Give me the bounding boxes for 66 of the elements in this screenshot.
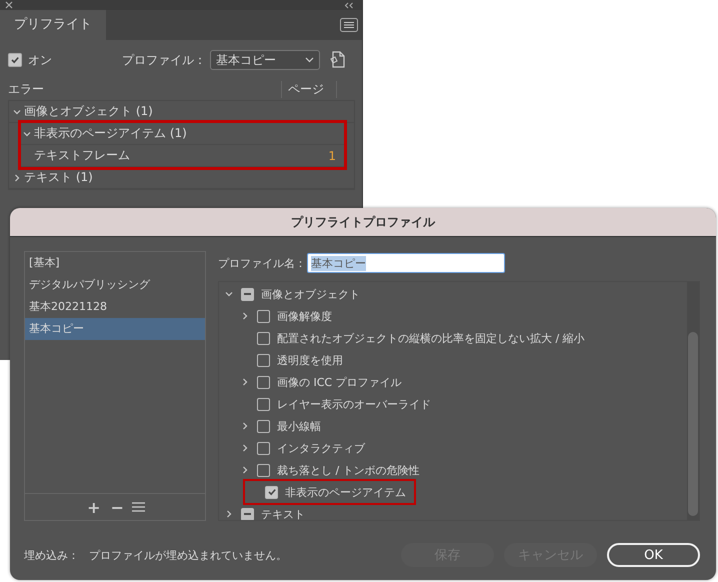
rule-label: 裁ち落とし / トンボの危険性 (277, 462, 420, 478)
chevron-right-icon[interactable] (241, 312, 249, 320)
chevron-right-icon[interactable] (13, 174, 21, 182)
check-icon (10, 55, 20, 65)
profile-item[interactable]: 基本コピー (25, 318, 205, 340)
chevron-down-icon[interactable] (225, 290, 233, 298)
chevron-right-icon[interactable] (241, 378, 249, 386)
column-header: エラー (8, 80, 45, 98)
dialog-title: プリフライトプロファイル (10, 208, 716, 237)
page-number[interactable]: 1 (328, 148, 336, 162)
embed-label: 埋め込み： (24, 548, 79, 562)
profile-item[interactable]: [基本] (25, 252, 205, 274)
rule-label: 非表示のページアイテム (285, 484, 406, 500)
chevron-right-icon[interactable] (225, 510, 233, 518)
checkbox-label: オン (28, 52, 52, 68)
checkbox[interactable] (257, 332, 270, 344)
add-button[interactable]: + (85, 498, 102, 516)
rule-label: 画像解像度 (277, 308, 332, 324)
rule-label: 透明度を使用 (277, 352, 343, 368)
profile-item[interactable]: 基本20221128 (25, 296, 205, 318)
scrollbar-thumb[interactable] (688, 332, 698, 516)
chevron-right-icon[interactable] (241, 466, 249, 474)
panel-tab[interactable]: プリフライト (0, 10, 106, 40)
profile-name-label: プロファイル名： (218, 256, 307, 270)
error-item[interactable]: テキストフレーム (34, 147, 328, 164)
error-item[interactable]: テキスト (1) (24, 169, 354, 186)
rule-label: テキスト (261, 506, 305, 520)
checkbox[interactable] (257, 398, 270, 410)
close-icon[interactable] (5, 1, 13, 9)
checkbox[interactable] (257, 420, 270, 432)
rule-label: 画像とオブジェクト (261, 286, 360, 302)
document-icon[interactable] (330, 51, 346, 69)
dialog-button[interactable]: OK (607, 543, 700, 567)
checkbox[interactable] (257, 354, 270, 366)
rule-label: 画像の ICC プロファイル (277, 374, 402, 390)
menu-icon[interactable] (132, 502, 145, 512)
checkbox[interactable] (257, 464, 270, 476)
profile-item[interactable]: デジタルパブリッシング (25, 274, 205, 296)
chevron-down-icon (305, 57, 314, 63)
partial-checkbox[interactable] (241, 508, 254, 520)
chevron-down-icon[interactable] (23, 130, 31, 138)
checkbox[interactable] (257, 442, 270, 454)
checkbox[interactable] (257, 310, 270, 322)
rule-label: レイヤー表示のオーバーライド (277, 396, 431, 412)
dropdown-value: 基本コピー (216, 52, 276, 68)
rule-label: 配置されたオブジェクトの縦横の比率を固定しない拡大 / 縮小 (277, 330, 585, 346)
menu-icon[interactable] (340, 18, 358, 32)
chevron-down-icon[interactable] (13, 108, 21, 116)
profile-label: プロファイル： (122, 52, 206, 68)
embed-status: プロファイルが埋め込まれていません。 (89, 548, 287, 562)
profile-dropdown[interactable]: 基本コピー (210, 50, 320, 70)
error-item[interactable]: 画像とオブジェクト (1) (24, 103, 354, 120)
rule-label: 最小線幅 (277, 418, 321, 434)
error-item[interactable]: 非表示のページアイテム (1) (34, 125, 344, 142)
chevron-right-icon[interactable] (241, 444, 249, 452)
column-header: ページ (281, 80, 337, 98)
check-icon (266, 487, 276, 497)
chevron-right-icon[interactable] (241, 422, 249, 430)
profile-name-field[interactable]: 基本コピー (307, 253, 505, 273)
rule-label: インタラクティブ (277, 440, 365, 456)
checkbox[interactable] (265, 486, 278, 498)
partial-checkbox[interactable] (241, 288, 254, 300)
checkbox[interactable] (257, 376, 270, 388)
checkbox[interactable] (8, 53, 22, 67)
collapse-icon[interactable] (344, 2, 354, 8)
remove-button[interactable]: − (108, 498, 126, 516)
